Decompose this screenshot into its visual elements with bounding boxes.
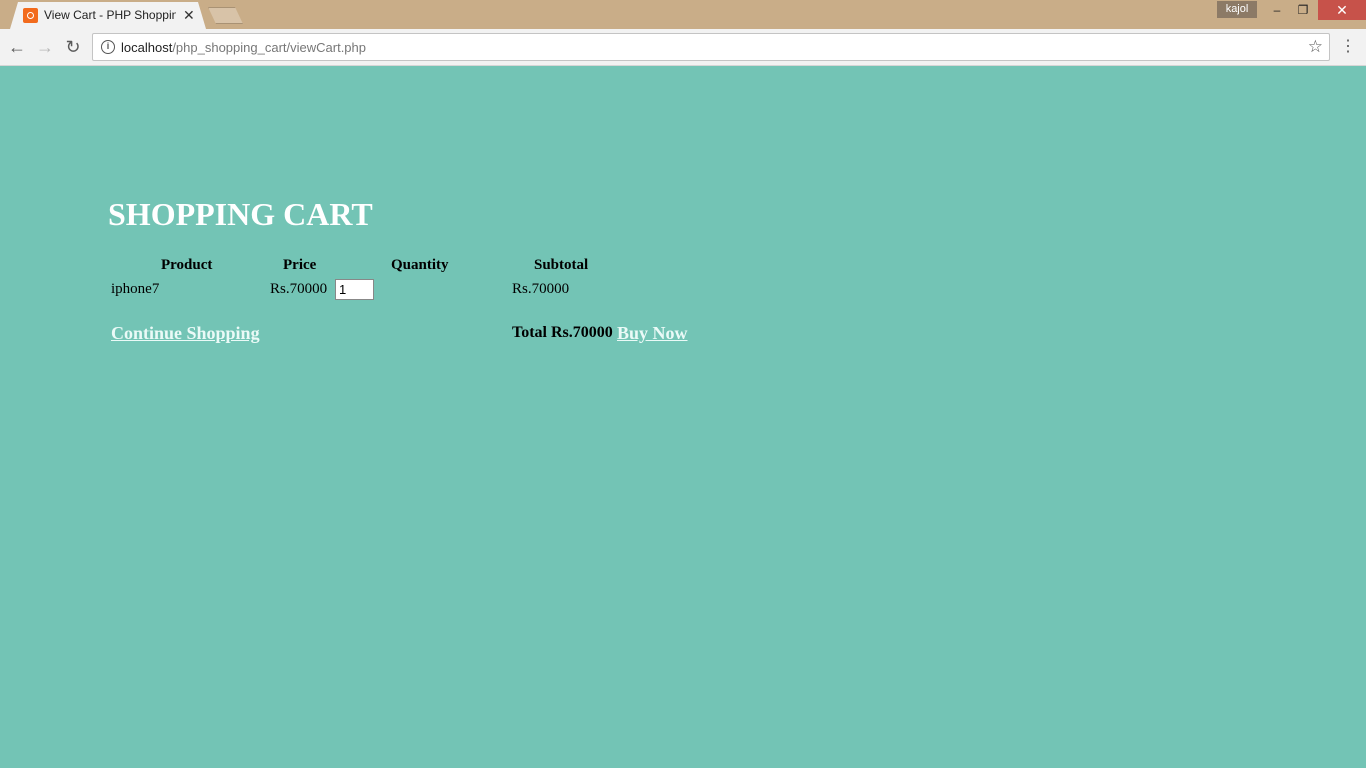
bookmark-star-icon[interactable]: ☆ bbox=[1308, 37, 1323, 57]
column-header-quantity: Quantity bbox=[391, 257, 449, 273]
buy-now-link[interactable]: Buy Now bbox=[617, 323, 688, 344]
page-title: SHOPPING CART bbox=[108, 196, 373, 232]
xampp-favicon-icon bbox=[23, 8, 38, 23]
back-arrow-icon[interactable]: ← bbox=[5, 35, 29, 59]
reload-icon[interactable]: ↻ bbox=[61, 35, 85, 59]
address-bar[interactable]: i localhost/php_shopping_cart/viewCart.p… bbox=[92, 33, 1330, 61]
url-host: localhost bbox=[121, 40, 173, 55]
column-header-subtotal: Subtotal bbox=[534, 257, 589, 273]
profile-badge[interactable]: kajol bbox=[1217, 1, 1257, 18]
cart-item-product: iphone7 bbox=[111, 281, 160, 297]
url-path: /php_shopping_cart/viewCart.php bbox=[172, 40, 366, 55]
cart-item-price: Rs.70000 bbox=[270, 281, 328, 297]
column-header-product: Product bbox=[161, 257, 213, 273]
browser-toolbar: ← → ↻ i localhost/php_shopping_cart/view… bbox=[0, 29, 1366, 66]
info-icon[interactable]: i bbox=[101, 40, 115, 54]
tab-title: View Cart - PHP Shoppin bbox=[44, 8, 176, 22]
restore-icon[interactable]: ❐ bbox=[1290, 0, 1316, 20]
browser-titlebar: View Cart - PHP Shoppin ✕ kajol – ❐ ✕ bbox=[0, 0, 1366, 29]
page-content: SHOPPING CART Product Price Quantity Sub… bbox=[0, 66, 1366, 768]
cart-item-subtotal: Rs.70000 bbox=[512, 281, 570, 297]
browser-menu-icon[interactable]: ⋮ bbox=[1340, 37, 1356, 57]
continue-shopping-link[interactable]: Continue Shopping bbox=[111, 323, 260, 344]
browser-tab-active[interactable]: View Cart - PHP Shoppin ✕ bbox=[10, 2, 206, 29]
column-header-price: Price bbox=[283, 257, 317, 273]
cart-total: Total Rs.70000 bbox=[512, 324, 613, 341]
quantity-input[interactable] bbox=[335, 279, 374, 300]
tab-close-icon[interactable]: ✕ bbox=[183, 5, 195, 25]
url-text[interactable]: localhost/php_shopping_cart/viewCart.php bbox=[121, 40, 366, 55]
new-tab-button[interactable] bbox=[208, 7, 243, 24]
forward-arrow-icon[interactable]: → bbox=[33, 35, 57, 59]
minimize-icon[interactable]: – bbox=[1264, 0, 1290, 20]
window-close-icon[interactable]: ✕ bbox=[1318, 0, 1366, 20]
